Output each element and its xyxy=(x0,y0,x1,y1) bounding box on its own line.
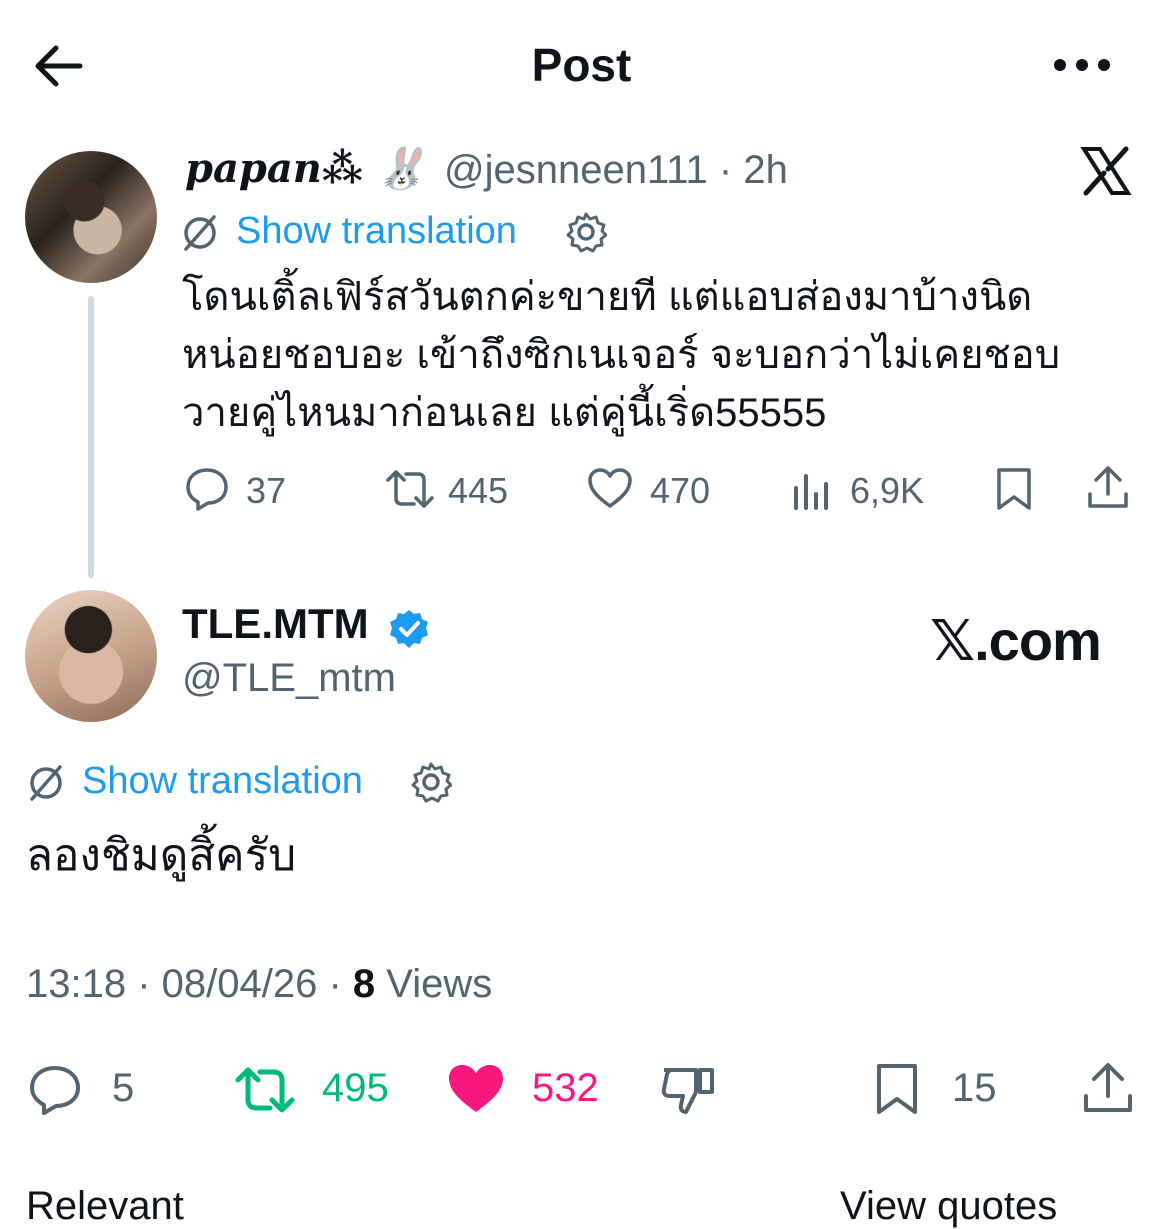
repost-count: 445 xyxy=(448,470,509,511)
views-count: 8 xyxy=(352,962,376,1006)
more-horizontal-icon xyxy=(1054,59,1110,71)
bookmark-button[interactable] xyxy=(994,466,1034,517)
translate-icon xyxy=(26,763,66,803)
reply-count: 5 xyxy=(112,1066,135,1110)
downvote-button[interactable] xyxy=(660,1064,716,1121)
reply-count: 37 xyxy=(246,470,287,511)
reply-button[interactable] xyxy=(28,1064,82,1121)
share-icon xyxy=(1084,1063,1132,1112)
view-quotes-link[interactable]: View quotes xyxy=(840,1184,1057,1229)
reply-icon xyxy=(186,468,228,511)
post-metadata: 13:18 · 08/04/26 · 8 Views xyxy=(26,962,492,1007)
page-title: Post xyxy=(531,39,632,91)
share-icon xyxy=(1088,466,1128,508)
bookmark-icon xyxy=(877,1064,917,1114)
post-text: ลองชิมดูสิ้ครับ xyxy=(26,831,297,880)
share-button[interactable] xyxy=(1082,1060,1134,1121)
repost-button[interactable] xyxy=(234,1066,296,1119)
views-label: Views xyxy=(375,962,493,1006)
repost-icon xyxy=(235,1067,295,1113)
like-count: 470 xyxy=(650,470,711,511)
sort-relevant-label[interactable]: Relevant xyxy=(26,1184,184,1229)
more-options-button[interactable] xyxy=(1050,48,1114,82)
thread-connector-line xyxy=(88,296,94,578)
show-translation-link[interactable]: Show translation xyxy=(82,760,363,803)
bookmark-icon xyxy=(997,468,1031,510)
repost-button[interactable] xyxy=(384,468,436,515)
bookmark-button[interactable] xyxy=(874,1062,920,1121)
views-button[interactable] xyxy=(792,468,832,515)
avatar[interactable] xyxy=(25,590,157,722)
repost-icon xyxy=(386,470,434,508)
gear-icon[interactable] xyxy=(410,761,453,803)
like-button[interactable] xyxy=(586,466,634,515)
share-button[interactable] xyxy=(1086,464,1130,517)
heart-icon xyxy=(588,468,632,508)
x-logo-icon xyxy=(1080,145,1132,197)
like-button[interactable] xyxy=(446,1062,506,1121)
author-display-name[interactable]: TLE.MTM xyxy=(182,600,369,648)
author-display-name[interactable]: papan⁂ 🐰 xyxy=(185,145,427,192)
reply-icon xyxy=(30,1066,80,1115)
reply-button[interactable] xyxy=(184,466,230,517)
like-count: 532 xyxy=(532,1066,599,1110)
translate-icon xyxy=(180,213,220,253)
repost-count: 495 xyxy=(322,1066,389,1110)
views-count: 6,9K xyxy=(850,470,925,511)
analytics-icon xyxy=(794,474,828,510)
post-timestamp: 13:18 · 08/04/26 · xyxy=(26,962,353,1006)
watermark-text: 𝕏.com xyxy=(930,609,1102,672)
post-text: โดนเติ้ลเฟิร์สวันตกค่ะขายที แต่แอบส่องมา… xyxy=(182,275,1061,435)
bookmark-count: 15 xyxy=(952,1066,997,1110)
heart-filled-icon xyxy=(449,1065,503,1112)
author-handle[interactable]: @TLE_mtm xyxy=(182,656,396,701)
show-translation-link[interactable]: Show translation xyxy=(236,210,517,253)
author-handle-time[interactable]: @jesnneen111 · 2h xyxy=(444,148,788,193)
verified-badge-icon xyxy=(388,608,430,650)
thumbs-down-icon xyxy=(661,1068,714,1114)
gear-icon[interactable] xyxy=(565,211,608,253)
avatar[interactable] xyxy=(25,151,157,283)
